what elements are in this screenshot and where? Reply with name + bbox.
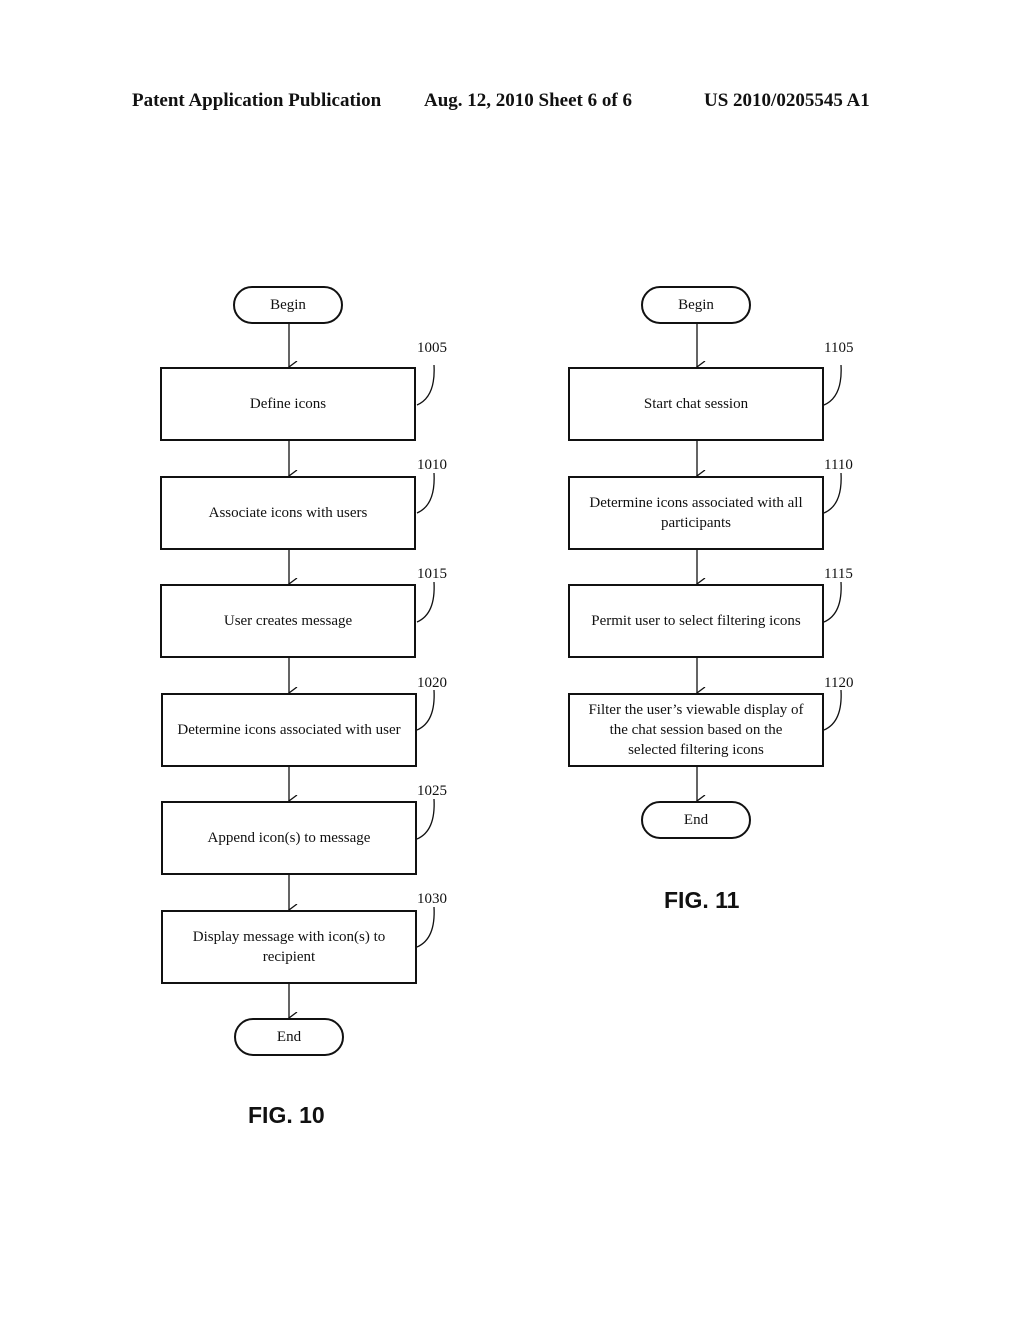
fig10-ref-1015: 1015 bbox=[417, 566, 447, 582]
fig10-step-1015: User creates message bbox=[160, 584, 416, 658]
fig10-caption: FIG. 10 bbox=[248, 1102, 325, 1128]
fig11-caption: FIG. 11 bbox=[664, 887, 740, 913]
fig10-begin-terminal: Begin bbox=[233, 286, 343, 324]
fig11-step-1105: Start chat session bbox=[568, 367, 824, 441]
connectors bbox=[0, 324, 842, 1320]
fig11-ref-1115: 1115 bbox=[824, 566, 853, 582]
fig11-leader-line bbox=[823, 472, 842, 514]
fig10-leader-line bbox=[416, 906, 435, 948]
fig11-step-1120: Filter the user’s viewable display of th… bbox=[568, 693, 824, 767]
fig11-step-1110: Determine icons associated with all part… bbox=[568, 476, 824, 550]
fig11-end-terminal: End bbox=[641, 801, 751, 839]
fig10-step-1025: Append icon(s) to message bbox=[161, 801, 417, 875]
fig11-step-1115: Permit user to select filtering icons bbox=[568, 584, 824, 658]
fig11-leader-line bbox=[823, 364, 842, 406]
fig10-leader-line bbox=[416, 689, 435, 731]
fig11-leader-line bbox=[823, 581, 842, 623]
fig10-step-1030: Display message with icon(s) to recipien… bbox=[161, 910, 417, 984]
fig11-ref-1120: 1120 bbox=[824, 675, 854, 691]
fig10-ref-1010: 1010 bbox=[417, 457, 447, 473]
fig11-leader-line bbox=[823, 689, 842, 731]
fig10-ref-1030: 1030 bbox=[417, 891, 447, 907]
fig10-step-1020: Determine icons associated with user bbox=[161, 693, 417, 767]
fig10-leader-line bbox=[416, 581, 435, 623]
fig11-ref-1110: 1110 bbox=[824, 457, 853, 473]
fig11-begin-terminal: Begin bbox=[641, 286, 751, 324]
fig10-leader-line bbox=[416, 798, 435, 840]
fig10-leader-line bbox=[416, 472, 435, 514]
fig10-ref-1020: 1020 bbox=[417, 675, 447, 691]
fig10-step-1010: Associate icons with users bbox=[160, 476, 416, 550]
fig10-ref-1005: 1005 bbox=[417, 340, 447, 356]
fig11-ref-1105: 1105 bbox=[824, 340, 854, 356]
fig10-step-1005: Define icons bbox=[160, 367, 416, 441]
fig10-leader-line bbox=[416, 364, 435, 406]
fig10-end-terminal: End bbox=[234, 1018, 344, 1056]
fig10-ref-1025: 1025 bbox=[417, 783, 447, 799]
